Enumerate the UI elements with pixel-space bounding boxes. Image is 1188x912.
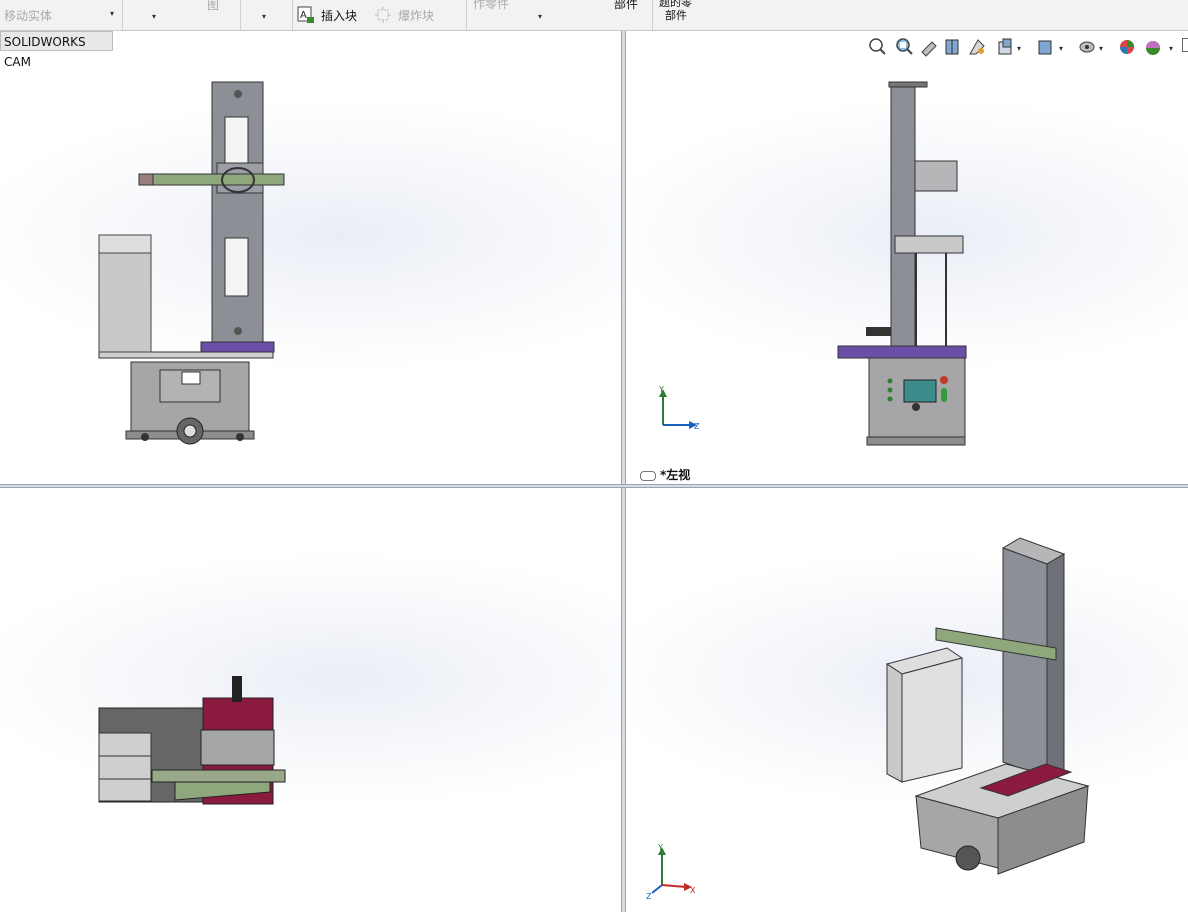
restore-viewport-icon[interactable] [1182,38,1188,52]
svg-text:▾: ▾ [1059,44,1063,53]
view-name-text: *左视 [660,468,691,482]
dynamic-annotation-icon[interactable] [969,39,985,55]
edit-appearance-icon[interactable] [1120,40,1134,54]
section-view-icon[interactable] [945,39,959,55]
isometric-view-model [885,537,1090,875]
top-view-model [98,676,286,805]
display-style-icon[interactable]: ▾ [1038,40,1063,55]
left-view-model [837,81,967,446]
previous-view-icon[interactable] [921,41,937,57]
explode-block-icon[interactable] [374,6,392,24]
horizontal-viewport-splitter[interactable] [0,484,1188,488]
svg-text:▾: ▾ [1169,44,1173,53]
cropped-command-label: 图 [207,0,220,12]
view-orientation-icon[interactable]: ▾ [998,38,1021,55]
cropped-command-label: 部件 [614,0,639,11]
zoom-area-icon[interactable] [896,38,913,55]
triad-z-label: Z [694,422,700,431]
dropdown-icon[interactable]: ▾ [152,12,156,21]
vertical-viewport-splitter[interactable] [621,31,626,912]
cropped-command-label: 作零件 [473,0,510,11]
view-name-label: *左视 [640,466,690,483]
explode-block-button[interactable]: 爆炸块 [398,7,434,24]
coordinate-triad-isometric: Y X Z [646,843,696,901]
coordinate-triad-left-view: Y Z [658,385,700,431]
hide-show-icon[interactable]: ▾ [1079,41,1103,53]
command-toolbar: 移动实体 ▾ ▾ 图 ▾ A 插入块 爆炸块 作零件 ▾ 部件 题的零 部件 [0,0,1188,31]
svg-text:▾: ▾ [1099,44,1103,53]
svg-text:A: A [300,10,307,21]
move-body-button[interactable]: 移动实体 [4,7,52,24]
viewport-top[interactable] [0,488,621,912]
triad-x-label: X [690,886,696,895]
insert-block-button[interactable]: 插入块 [321,7,357,24]
svg-text:▾: ▾ [1017,44,1021,53]
triad-z-label: Z [646,892,652,901]
front-view-model [98,81,285,445]
viewport-isometric[interactable] [626,488,1188,912]
move-body-dropdown-icon[interactable]: ▾ [110,9,114,18]
viewport-front[interactable] [0,31,621,484]
dropdown-icon[interactable]: ▾ [538,12,542,21]
tab-solidworks-cam[interactable]: SOLIDWORKS CAM [0,31,113,69]
link-views-icon[interactable] [640,470,656,481]
heads-up-view-toolbar: ▾ ▾ ▾ ▾ [869,38,1173,57]
viewport-left[interactable] [626,31,1188,484]
triad-y-label: Y [657,843,663,852]
apply-scene-icon[interactable]: ▾ [1146,41,1173,55]
zoom-to-fit-icon[interactable] [869,38,886,55]
insert-block-icon[interactable]: A [297,6,315,24]
dropdown-icon[interactable]: ▾ [262,12,266,21]
cropped-command-label: 部件 [665,9,687,22]
triad-y-label: Y [658,385,664,394]
